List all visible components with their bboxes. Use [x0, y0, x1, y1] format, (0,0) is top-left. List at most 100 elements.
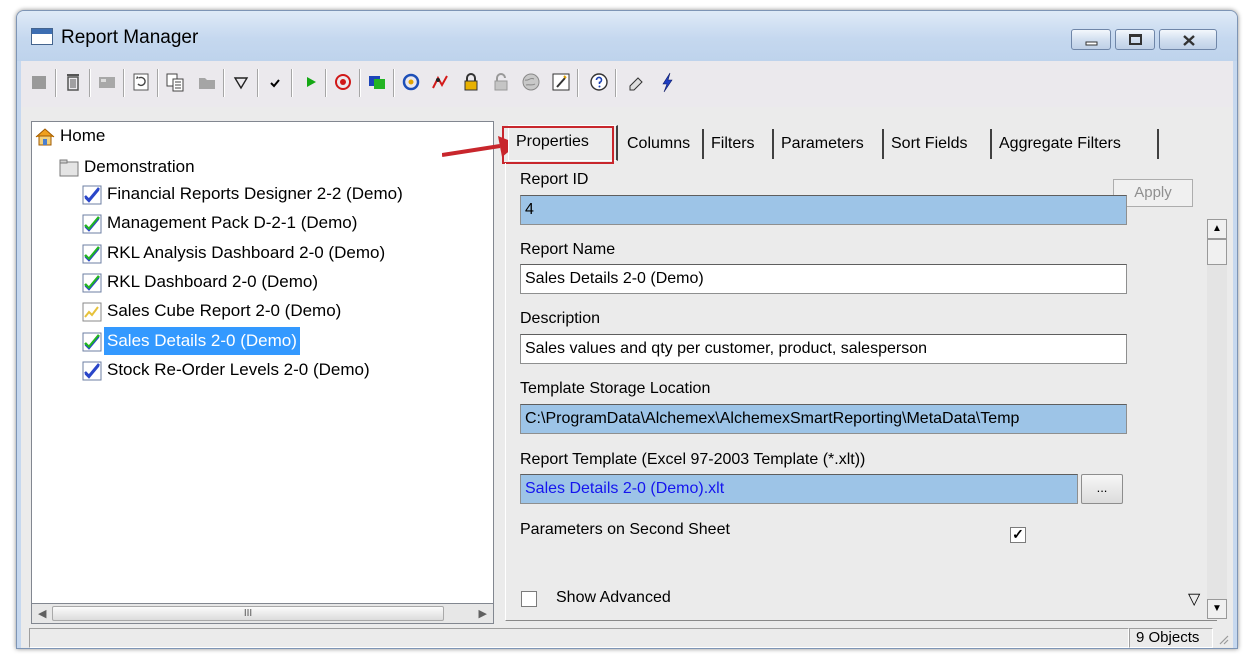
toolbar	[21, 61, 1233, 107]
report-name-field[interactable]: Sales Details 2-0 (Demo)	[520, 264, 1127, 294]
checked-report-icon	[82, 244, 102, 264]
template-location-field[interactable]: C:\ProgramData\Alchemex\AlchemexSmartRep…	[520, 404, 1127, 434]
tab-filters[interactable]: Filters	[704, 129, 774, 159]
chart-icon	[432, 75, 448, 89]
globe-button[interactable]	[519, 70, 543, 94]
tree-root-home[interactable]: Home	[34, 122, 108, 150]
scroll-track[interactable]	[1207, 239, 1227, 599]
tab-aggregate-filters[interactable]: Aggregate Filters	[992, 129, 1159, 159]
tree-item-report[interactable]: Sales Cube Report 2-0 (Demo)	[81, 297, 344, 325]
toolbar-separator	[257, 69, 259, 97]
toolbar-separator	[55, 69, 57, 97]
check-icon	[270, 79, 280, 88]
help-button[interactable]	[587, 70, 611, 94]
tab-parameters[interactable]: Parameters	[774, 129, 884, 159]
filter-button[interactable]	[229, 70, 253, 94]
toolbar-separator	[89, 69, 91, 97]
checked-report-icon	[82, 214, 102, 234]
home-icon	[35, 127, 55, 146]
sync-button[interactable]	[399, 70, 423, 94]
tab-columns[interactable]: Columns	[620, 129, 704, 159]
checked-report-icon	[82, 332, 102, 352]
tree-item-report[interactable]: Management Pack D-2-1 (Demo)	[81, 209, 360, 237]
toolbar-separator	[615, 69, 617, 97]
minimize-button[interactable]	[1071, 29, 1111, 50]
disabled-folder-button[interactable]	[195, 70, 219, 94]
copy-icon	[166, 73, 184, 92]
help-icon	[590, 73, 608, 91]
scroll-up-icon[interactable]: ▲	[1207, 219, 1227, 239]
run-button[interactable]	[299, 70, 323, 94]
refresh-icon	[133, 73, 149, 91]
show-advanced-checkbox[interactable]	[521, 591, 537, 607]
wizard-button[interactable]	[549, 70, 573, 94]
status-object-count: 9 Objects	[1129, 628, 1213, 648]
scroll-thumb[interactable]	[1207, 239, 1227, 265]
refresh-button[interactable]	[129, 70, 153, 94]
properties-panel: Apply Report ID 4 Report Name Sales Deta…	[505, 163, 1217, 621]
tree-horizontal-scrollbar[interactable]: ◀ III ▶	[31, 604, 494, 624]
show-advanced-label: Show Advanced	[556, 589, 671, 606]
tree-item-report[interactable]: RKL Analysis Dashboard 2-0 (Demo)	[81, 239, 388, 267]
toolbar-separator	[325, 69, 327, 97]
pen-icon	[629, 77, 643, 91]
scroll-right-icon[interactable]: ▶	[479, 607, 487, 620]
wizard-icon	[552, 73, 570, 91]
title-bar[interactable]: Report Manager	[17, 11, 1237, 61]
maximize-button[interactable]	[1115, 29, 1155, 50]
run-icon	[307, 77, 316, 87]
new-report-button[interactable]	[27, 70, 51, 94]
tree-item-report[interactable]: RKL Dashboard 2-0 (Demo)	[81, 268, 321, 296]
description-field[interactable]: Sales values and qty per customer, produ…	[520, 334, 1127, 364]
unlock-icon	[494, 73, 508, 91]
client-area: Home Demonstration Financial Reports Des…	[21, 107, 1233, 648]
toolbar-separator	[291, 69, 293, 97]
close-button[interactable]	[1159, 29, 1217, 50]
window-button[interactable]	[365, 70, 389, 94]
report-id-field[interactable]: 4	[520, 195, 1127, 225]
delete-icon	[67, 74, 79, 91]
disabled-button[interactable]	[95, 70, 119, 94]
params-second-sheet-checkbox[interactable]: ✓	[1010, 527, 1026, 543]
checked-report-icon	[82, 185, 102, 205]
folder-icon	[59, 159, 79, 177]
report-template-field[interactable]: Sales Details 2-0 (Demo).xlt	[520, 474, 1078, 504]
window-title: Report Manager	[61, 27, 199, 48]
toolbar-separator	[393, 69, 395, 97]
stop-button[interactable]	[331, 70, 355, 94]
globe-icon	[522, 73, 540, 91]
browse-button[interactable]: ...	[1081, 474, 1123, 504]
check-button[interactable]	[263, 70, 287, 94]
lightning-button[interactable]	[655, 70, 679, 94]
toolbar-separator	[157, 69, 159, 97]
stop-icon	[335, 74, 351, 90]
tree-item-report[interactable]: Sales Details 2-0 (Demo)	[81, 327, 300, 355]
scroll-down-icon[interactable]: ▼	[1207, 599, 1227, 619]
pen-button[interactable]	[625, 70, 649, 94]
window-icon	[369, 76, 385, 89]
resize-grip-icon[interactable]	[1219, 635, 1229, 645]
tree-folder-demonstration[interactable]: Demonstration	[58, 153, 198, 181]
unlock-button[interactable]	[489, 70, 513, 94]
chart-button[interactable]	[429, 70, 453, 94]
tree-item-report[interactable]: Stock Re-Order Levels 2-0 (Demo)	[81, 356, 373, 384]
scroll-thumb[interactable]: III	[52, 606, 444, 621]
minimize-icon	[1085, 41, 1098, 46]
status-bar: 9 Objects	[21, 625, 1233, 648]
toolbar-separator	[223, 69, 225, 97]
tree-item-report[interactable]: Financial Reports Designer 2-2 (Demo)	[81, 180, 406, 208]
template-location-label: Template Storage Location	[520, 380, 711, 397]
toolbar-separator	[577, 69, 579, 97]
scroll-left-icon[interactable]: ◀	[38, 607, 46, 620]
report-id-label: Report ID	[520, 171, 589, 188]
checked-report-icon	[82, 273, 102, 293]
copy-button[interactable]	[163, 70, 187, 94]
properties-vertical-scrollbar[interactable]: ▲ ▼	[1207, 219, 1227, 619]
report-tree[interactable]: Home Demonstration Financial Reports Des…	[31, 121, 518, 604]
filter-down-icon[interactable]: ▽	[1188, 589, 1200, 609]
tab-sort-fields[interactable]: Sort Fields	[884, 129, 992, 159]
lock-button[interactable]	[459, 70, 483, 94]
lock-icon	[464, 73, 478, 91]
delete-button[interactable]	[61, 70, 85, 94]
description-label: Description	[520, 310, 601, 327]
